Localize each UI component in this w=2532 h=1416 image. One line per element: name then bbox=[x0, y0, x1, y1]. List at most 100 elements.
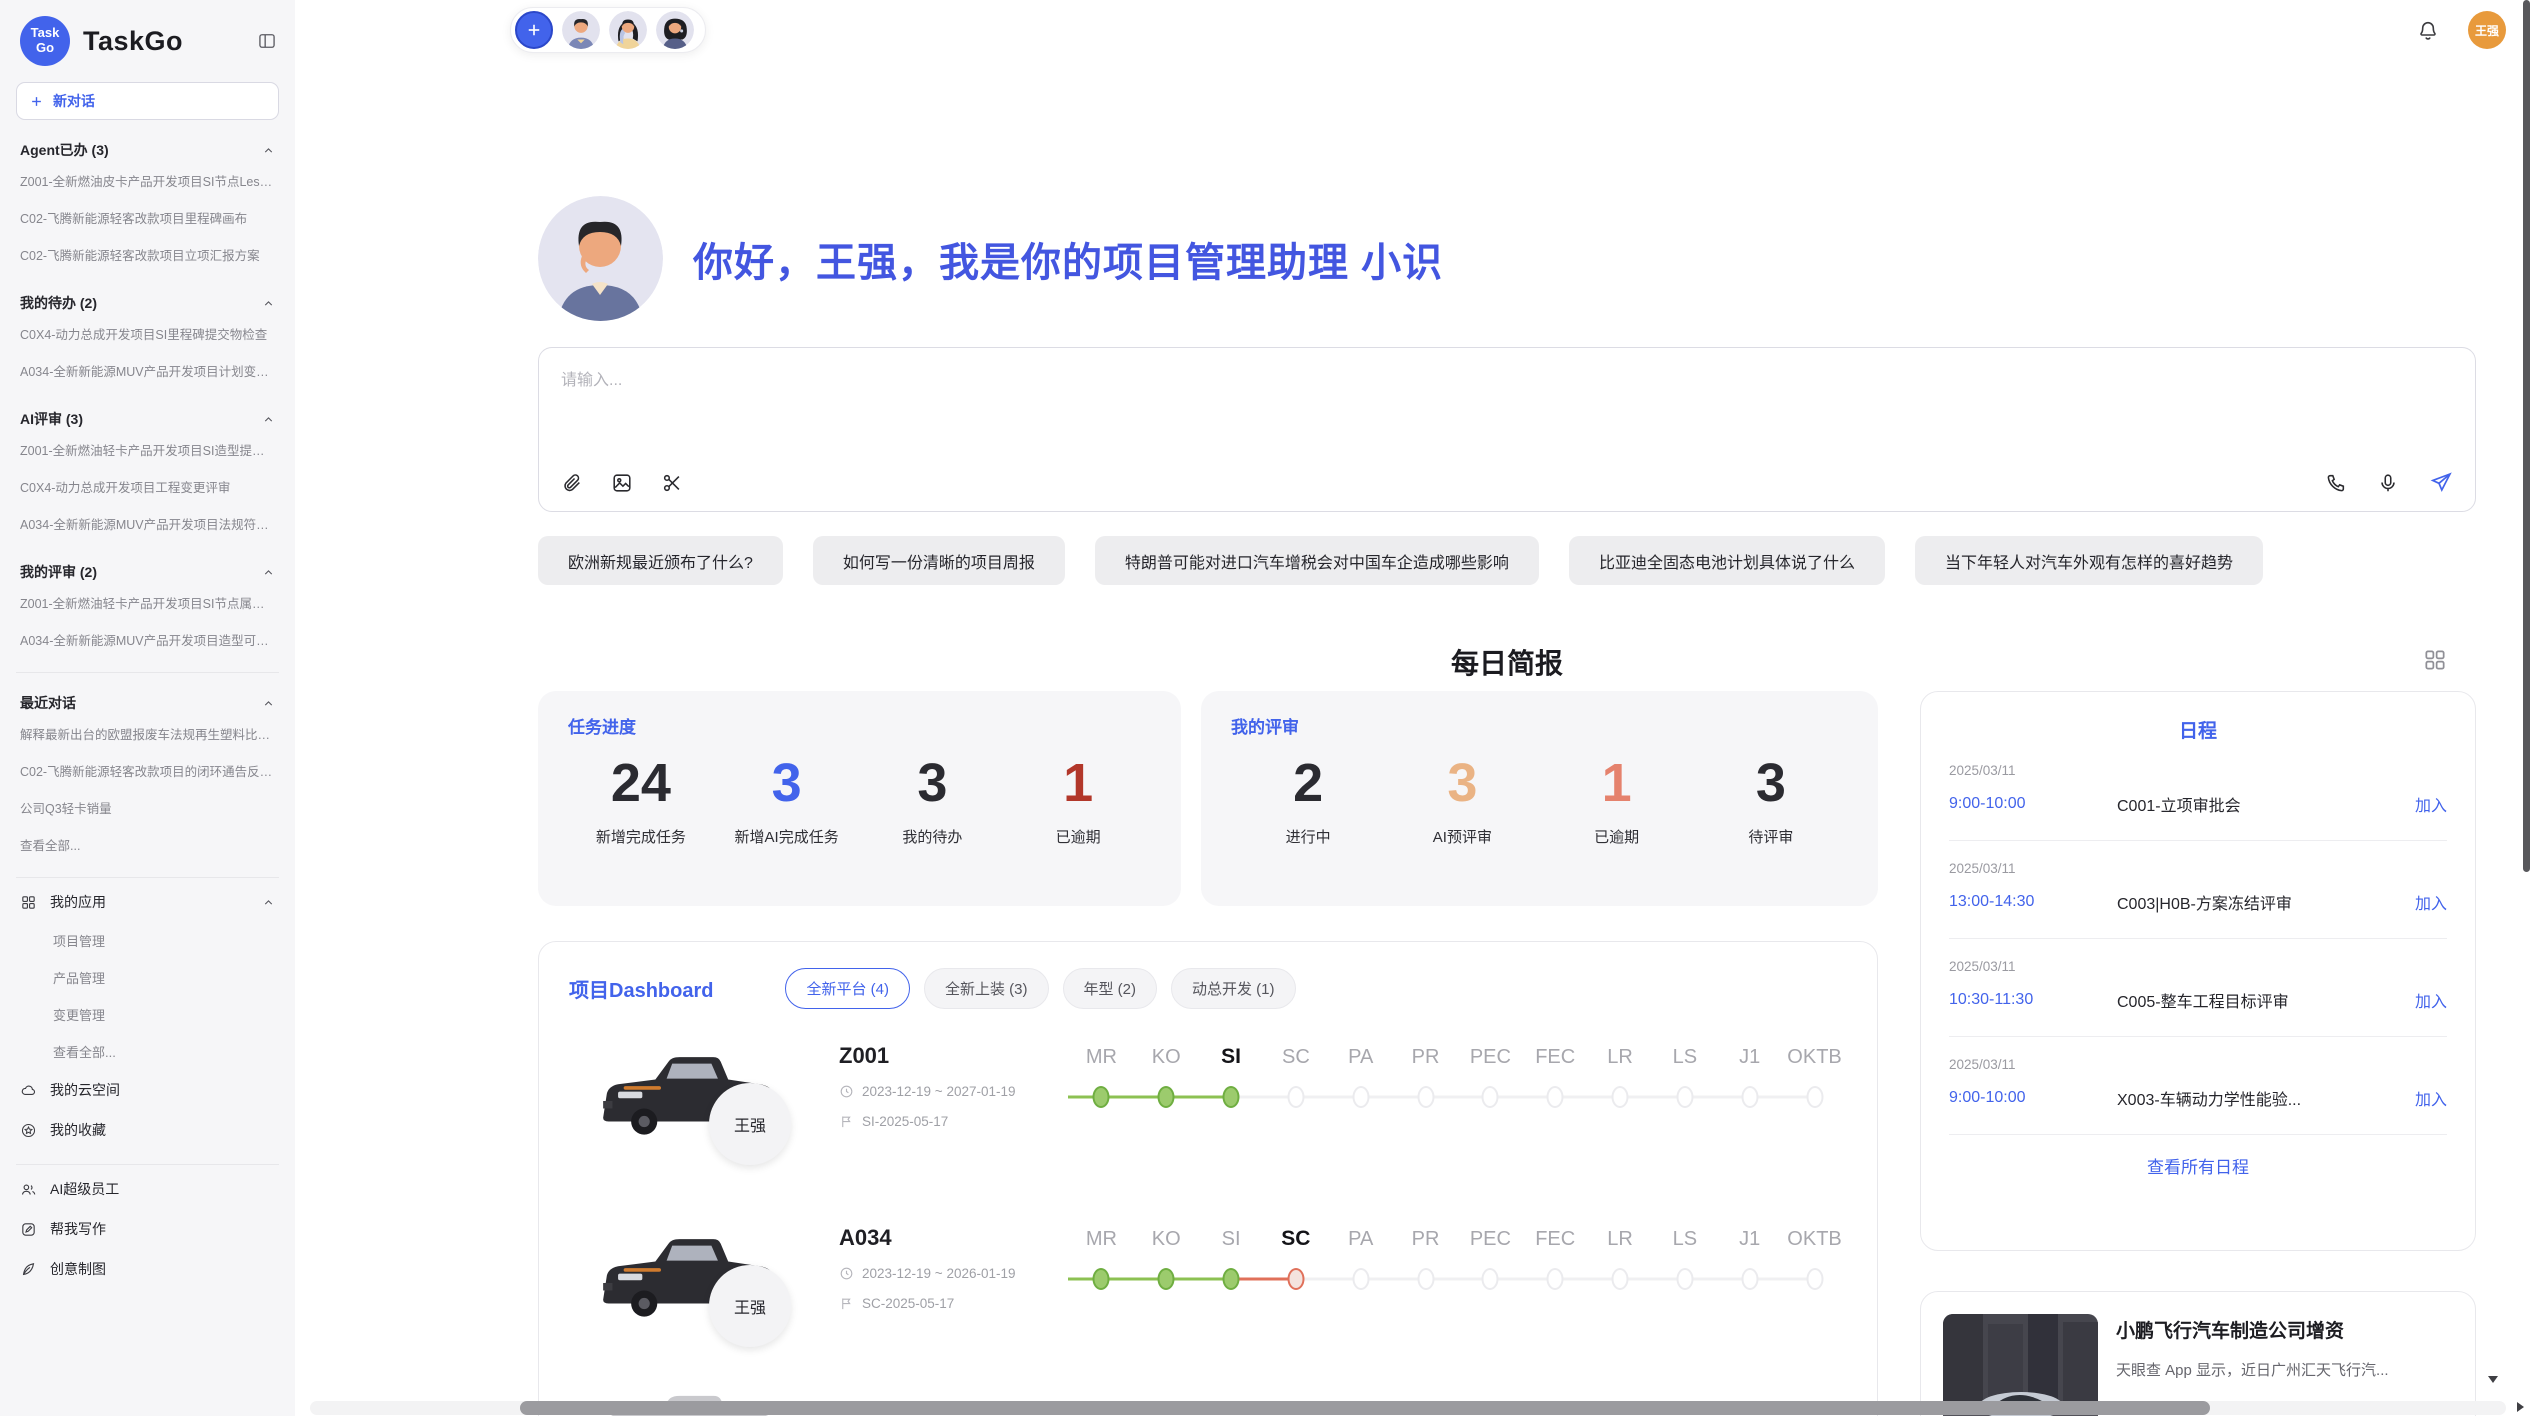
scissors-icon[interactable] bbox=[661, 472, 683, 494]
sidebar-item-ai-super-staff[interactable]: AI超级员工 bbox=[16, 1169, 279, 1209]
sidebar-item-help-me-write[interactable]: 帮我写作 bbox=[16, 1209, 279, 1249]
section-header-agent-done[interactable]: Agent已办 (3) bbox=[20, 140, 275, 160]
suggestion-chip[interactable]: 特朗普可能对进口汽车增税会对中国车企造成哪些影响 bbox=[1095, 536, 1539, 585]
microphone-icon[interactable] bbox=[2377, 472, 2399, 494]
horizontal-scrollbar-thumb[interactable] bbox=[520, 1401, 2210, 1415]
section-header-recent-chats[interactable]: 最近对话 bbox=[20, 693, 275, 713]
sidebar-task-item[interactable]: C02-飞腾新能源轻客改款项目里程碑画布 bbox=[16, 199, 279, 236]
join-link[interactable]: 加入 bbox=[2415, 988, 2447, 1012]
stat-ai-pre-review: 3 AI预评审 bbox=[1402, 744, 1522, 847]
card-title: 任务进度 bbox=[568, 713, 1151, 738]
filter-chip-model-year[interactable]: 年型 (2) bbox=[1063, 968, 1158, 1009]
sidebar-task-item[interactable]: A034-全新新能源MUV产品开发项目造型可行性评审 bbox=[16, 621, 279, 658]
sidebar-task-item[interactable]: Z001-全新燃油轻卡产品开发项目SI节点属性5D文件评审 bbox=[16, 584, 279, 621]
app-item-change-mgmt[interactable]: 变更管理 bbox=[16, 996, 279, 1033]
attachment-tools bbox=[561, 472, 683, 494]
vertical-scrollbar-thumb[interactable] bbox=[2523, 0, 2530, 872]
section-title: 我的待办 (2) bbox=[20, 293, 97, 313]
schedule-event: 2025/03/11 10:30-11:30 C005-整车工程目标评审 加入 bbox=[1949, 939, 2447, 1037]
cloud-icon bbox=[20, 1082, 37, 1099]
new-chat-button[interactable]: 新对话 bbox=[16, 82, 279, 120]
project-info: Z001 2023-12-19 ~ 2027-01-19 SI-2025-05-… bbox=[839, 1039, 1069, 1191]
sidebar-task-item[interactable]: A034-全新新能源MUV产品开发项目计划变更表编写 bbox=[16, 352, 279, 389]
milestone-pr: PR bbox=[1393, 1221, 1458, 1373]
milestone-sc: SC bbox=[1263, 1039, 1328, 1191]
milestone-ko: KO bbox=[1134, 1221, 1199, 1373]
event-date: 2025/03/11 bbox=[1949, 763, 2447, 778]
phone-icon[interactable] bbox=[2325, 472, 2347, 494]
recent-chat-item[interactable]: 公司Q3轻卡销量 bbox=[16, 789, 279, 826]
suggestion-chip[interactable]: 如何写一份清晰的项目周报 bbox=[813, 536, 1065, 585]
event-date: 2025/03/11 bbox=[1949, 1057, 2447, 1072]
event-name: C001-立项审批会 bbox=[2117, 792, 2403, 816]
send-icon[interactable] bbox=[2429, 471, 2453, 495]
sidebar-task-item[interactable]: C02-飞腾新能源轻客改款项目立项汇报方案 bbox=[16, 236, 279, 273]
event-name: X003-车辆动力学性能验... bbox=[2117, 1086, 2403, 1110]
section-title: 最近对话 bbox=[20, 693, 76, 713]
sidebar-task-item[interactable]: C0X4-动力总成开发项目工程变更评审 bbox=[16, 468, 279, 505]
image-icon[interactable] bbox=[611, 472, 633, 494]
event-name: C005-整车工程目标评审 bbox=[2117, 988, 2403, 1012]
chat-input[interactable] bbox=[561, 366, 2453, 471]
collapse-sidebar-icon[interactable] bbox=[257, 31, 277, 51]
filter-chip-new-body[interactable]: 全新上装 (3) bbox=[924, 968, 1049, 1009]
sidebar-item-cloud-space[interactable]: 我的云空间 bbox=[16, 1070, 279, 1110]
contact-avatar[interactable] bbox=[656, 11, 694, 49]
join-link[interactable]: 加入 bbox=[2415, 890, 2447, 914]
project-row[interactable]: 王强 A034 2023-12-19 ~ 2026-01-19 SC-2025-… bbox=[569, 1221, 1847, 1373]
suggestion-chip[interactable]: 当下年轻人对汽车外观有怎样的喜好趋势 bbox=[1915, 536, 2263, 585]
sidebar: Task Go TaskGo 新对话 Agent已办 (3) Z001-全新燃油… bbox=[0, 0, 295, 1416]
chevron-up-icon bbox=[262, 697, 275, 710]
section-header-my-todo[interactable]: 我的待办 (2) bbox=[20, 293, 275, 313]
sidebar-item-favorites[interactable]: 我的收藏 bbox=[16, 1110, 279, 1150]
suggestion-chip[interactable]: 欧洲新规最近颁布了什么? bbox=[538, 536, 783, 585]
sidebar-task-item[interactable]: Z001-全新燃油皮卡产品开发项目SI节点Lesson Learn报告 bbox=[16, 162, 279, 199]
paperclip-icon[interactable] bbox=[561, 472, 583, 494]
filter-chip-new-platform[interactable]: 全新平台 (4) bbox=[785, 968, 910, 1009]
view-all-schedule-link[interactable]: 查看所有日程 bbox=[1949, 1153, 2447, 1178]
news-card[interactable]: 小鹏飞行汽车制造公司增资 天眼查 App 显示，近日广州汇天飞行汽... bbox=[1920, 1291, 2476, 1416]
milestone-si: SI bbox=[1199, 1221, 1264, 1373]
join-link[interactable]: 加入 bbox=[2415, 1086, 2447, 1110]
project-owner-badge: 王强 bbox=[709, 1083, 791, 1165]
voice-send-tools bbox=[2325, 471, 2453, 495]
sidebar-item-creative-drawing[interactable]: 创意制图 bbox=[16, 1249, 279, 1289]
new-chat-label: 新对话 bbox=[53, 91, 95, 111]
recent-chats-view-all[interactable]: 查看全部... bbox=[16, 826, 279, 863]
recent-chat-item[interactable]: C02-飞腾新能源轻客改款项目的闭环通告反馈情况 bbox=[16, 752, 279, 789]
contact-avatar[interactable] bbox=[562, 11, 600, 49]
add-contact-button[interactable] bbox=[515, 11, 553, 49]
event-time: 10:30-11:30 bbox=[1949, 991, 2117, 1009]
app-item-project-mgmt[interactable]: 项目管理 bbox=[16, 922, 279, 959]
sidebar-task-item[interactable]: C0X4-动力总成开发项目SI里程碑提交物检查 bbox=[16, 315, 279, 352]
event-time: 9:00-10:00 bbox=[1949, 795, 2117, 813]
contact-avatar[interactable] bbox=[609, 11, 647, 49]
join-link[interactable]: 加入 bbox=[2415, 792, 2447, 816]
ai-super-staff-label: AI超级员工 bbox=[50, 1179, 119, 1199]
milestone-j1: J1 bbox=[1717, 1221, 1782, 1373]
milestone-track: MRKOSISCPAPRPECFECLRLSJ1OKTB bbox=[1069, 1221, 1847, 1373]
briefing-left-column: 任务进度 24 新增完成任务 3 新增AI完成任务 3 bbox=[538, 691, 1878, 1416]
notification-bell-icon[interactable] bbox=[2416, 18, 2440, 42]
sidebar-item-my-apps[interactable]: 我的应用 bbox=[16, 882, 279, 922]
suggestion-chip[interactable]: 比亚迪全固态电池计划具体说了什么 bbox=[1569, 536, 1885, 585]
layout-grid-icon[interactable] bbox=[2422, 647, 2448, 673]
user-avatar[interactable]: 王强 bbox=[2468, 11, 2506, 49]
recent-chat-item[interactable]: 解释最新出台的欧盟报废车法规再生塑料比例被调至15%... bbox=[16, 715, 279, 752]
scroll-right-arrow-icon[interactable] bbox=[2513, 1400, 2527, 1414]
event-time: 13:00-14:30 bbox=[1949, 893, 2117, 911]
app-item-product-mgmt[interactable]: 产品管理 bbox=[16, 959, 279, 996]
news-snippet: 天眼查 App 显示，近日广州汇天飞行汽... bbox=[2116, 1359, 2389, 1382]
dashboard-filters: 全新平台 (4) 全新上装 (3) 年型 (2) 动总开发 (1) bbox=[785, 968, 1295, 1009]
project-row[interactable]: 王强 Z001 2023-12-19 ~ 2027-01-19 SI-2025-… bbox=[569, 1039, 1847, 1191]
section-header-my-review[interactable]: 我的评审 (2) bbox=[20, 562, 275, 582]
scroll-down-arrow-icon[interactable] bbox=[2486, 1372, 2500, 1386]
section-header-ai-review[interactable]: AI评审 (3) bbox=[20, 409, 275, 429]
sidebar-task-item[interactable]: Z001-全新燃油轻卡产品开发项目SI造型提交物评审 bbox=[16, 431, 279, 468]
app-title: TaskGo bbox=[83, 26, 183, 57]
sidebar-task-item[interactable]: A034-全新新能源MUV产品开发项目法规符合性评审 bbox=[16, 505, 279, 542]
filter-chip-powertrain[interactable]: 动总开发 (1) bbox=[1171, 968, 1296, 1009]
project-owner-badge: 王强 bbox=[709, 1265, 791, 1347]
apps-view-all[interactable]: 查看全部... bbox=[16, 1033, 279, 1070]
event-date: 2025/03/11 bbox=[1949, 861, 2447, 876]
